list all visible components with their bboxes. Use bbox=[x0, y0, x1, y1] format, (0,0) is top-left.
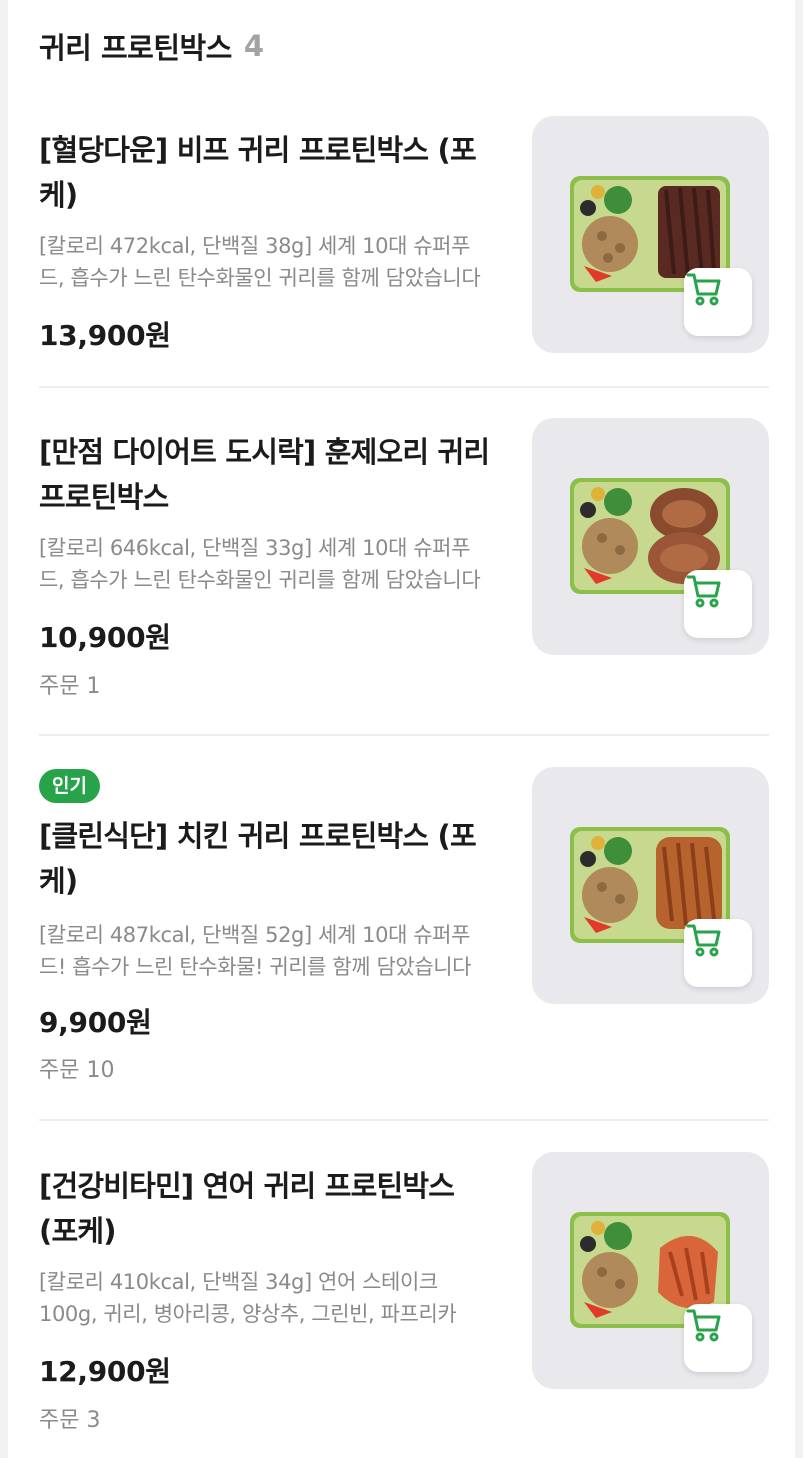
product-item[interactable]: 인기 [클린식단] 치킨 귀리 프로틴박스 (포케) [칼로리 487kcal,… bbox=[39, 767, 769, 1121]
product-title: [클린식단] 치킨 귀리 프로틴박스 (포케) bbox=[39, 819, 477, 898]
product-price: 9,900원 bbox=[39, 1006, 152, 1039]
section-count: 4 bbox=[243, 29, 264, 63]
product-image[interactable] bbox=[532, 116, 769, 353]
section-header: 귀리 프로틴박스 4 bbox=[39, 24, 264, 68]
cart-icon bbox=[686, 924, 721, 957]
product-description: [칼로리 472kcal, 단백질 38g] 세계 10대 슈퍼푸드, 흡수가 … bbox=[39, 234, 481, 290]
item-divider bbox=[39, 1119, 769, 1121]
product-title: [건강비타민] 연어 귀리 프로틴박스 (포케) bbox=[39, 1169, 455, 1248]
product-image[interactable] bbox=[532, 418, 769, 655]
order-count: 주문 1 bbox=[39, 674, 101, 699]
product-list-page: 귀리 프로틴박스 4 [혈당다운] 비프 귀리 프로틴박스 (포케) [칼로리 … bbox=[8, 0, 795, 1458]
product-price: 10,900원 bbox=[39, 621, 171, 654]
product-title: [만점 다이어트 도시락] 훈제오리 귀리 프로틴박스 bbox=[39, 435, 490, 514]
product-title: [혈당다운] 비프 귀리 프로틴박스 (포케) bbox=[39, 133, 477, 212]
product-description: [칼로리 410kcal, 단백질 34g] 연어 스테이크 100g, 귀리,… bbox=[39, 1270, 457, 1326]
product-image[interactable] bbox=[532, 767, 769, 1004]
order-count: 주문 3 bbox=[39, 1408, 101, 1433]
item-divider bbox=[39, 386, 769, 388]
product-price: 12,900원 bbox=[39, 1355, 171, 1388]
cart-icon bbox=[686, 575, 721, 608]
section-title: 귀리 프로틴박스 bbox=[39, 31, 232, 65]
product-item[interactable]: [혈당다운] 비프 귀리 프로틴박스 (포케) [칼로리 472kcal, 단백… bbox=[39, 116, 769, 388]
order-count: 주문 10 bbox=[39, 1058, 115, 1083]
add-to-cart-button[interactable] bbox=[684, 268, 752, 336]
product-item[interactable]: [건강비타민] 연어 귀리 프로틴박스 (포케) [칼로리 410kcal, 단… bbox=[39, 1152, 769, 1458]
popular-badge: 인기 bbox=[39, 769, 100, 803]
product-price: 13,900원 bbox=[39, 319, 171, 352]
item-divider bbox=[39, 734, 769, 736]
product-description: [칼로리 487kcal, 단백질 52g] 세계 10대 슈퍼푸드! 흡수가 … bbox=[39, 923, 472, 979]
cart-icon bbox=[686, 273, 721, 306]
add-to-cart-button[interactable] bbox=[684, 570, 752, 638]
add-to-cart-button[interactable] bbox=[684, 919, 752, 987]
add-to-cart-button[interactable] bbox=[684, 1304, 752, 1372]
product-item[interactable]: [만점 다이어트 도시락] 훈제오리 귀리 프로틴박스 [칼로리 646kcal… bbox=[39, 418, 769, 736]
product-description: [칼로리 646kcal, 단백질 33g] 세계 10대 슈퍼푸드, 흡수가 … bbox=[39, 536, 481, 592]
product-image[interactable] bbox=[532, 1152, 769, 1389]
cart-icon bbox=[686, 1309, 721, 1342]
